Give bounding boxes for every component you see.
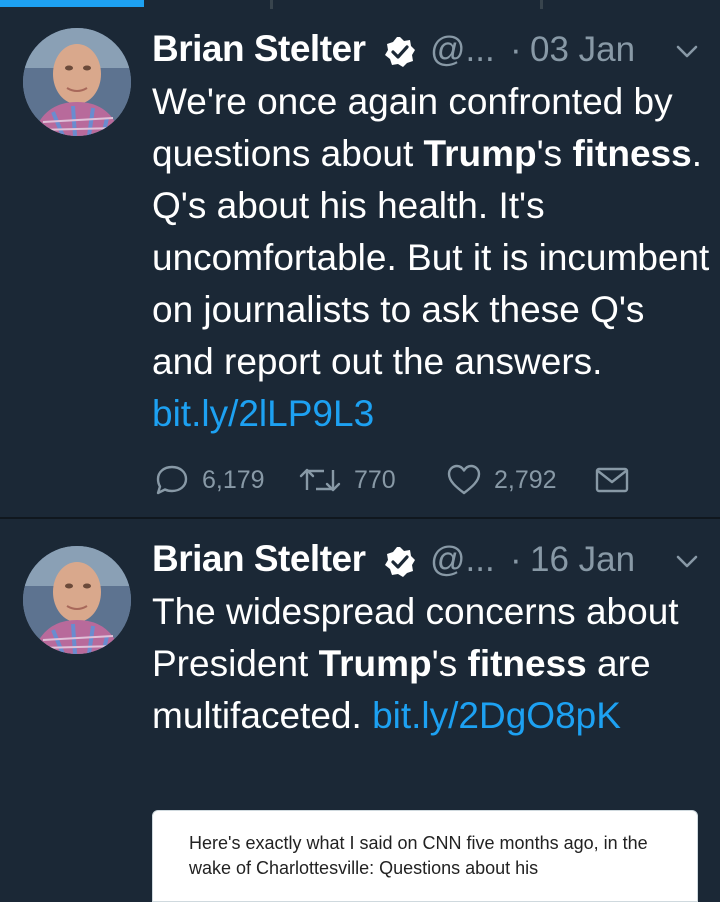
avatar-image <box>23 28 131 136</box>
tweet-link[interactable]: bit.ly/2DgO8pK <box>372 695 621 736</box>
avatar[interactable] <box>23 28 131 136</box>
tweet-divider <box>0 517 720 519</box>
header-separator: · <box>510 30 522 69</box>
card-text: Here's exactly what I said on CNN five m… <box>189 833 648 878</box>
reply-icon <box>156 465 188 495</box>
progress-indicator <box>0 0 144 7</box>
tweet-header: Brian Stelter @... · 16 Jan <box>152 532 712 588</box>
header-separator: · <box>510 540 522 579</box>
tweet-actions: 6,179 770 2,792 <box>152 460 712 500</box>
chevron-down-icon[interactable] <box>676 554 698 570</box>
direct-message-button[interactable] <box>594 460 630 500</box>
avatar[interactable] <box>23 546 131 654</box>
retweet-count: 770 <box>354 465 396 494</box>
tweet[interactable]: Brian Stelter @... · 16 Jan The widespre… <box>0 520 720 902</box>
tweet-header: Brian Stelter @... · 03 Jan <box>152 22 712 78</box>
avatar-image <box>23 546 131 654</box>
like-count: 2,792 <box>494 465 557 494</box>
verified-badge-icon <box>385 547 415 577</box>
tweet-text: We're once again confronted by questions… <box>152 81 710 434</box>
author-name[interactable]: Brian Stelter <box>152 538 366 580</box>
verified-badge-icon <box>385 37 415 67</box>
top-progress-bar <box>0 0 720 10</box>
retweet-button[interactable]: 770 <box>298 460 396 500</box>
tweet[interactable]: Brian Stelter @... · 03 Jan We're once a… <box>0 10 720 518</box>
reply-button[interactable]: 6,179 <box>154 460 265 500</box>
like-icon <box>447 464 481 495</box>
chevron-down-icon[interactable] <box>676 44 698 60</box>
direct-message-icon <box>595 467 629 493</box>
progress-tick <box>270 0 273 9</box>
progress-tick <box>540 0 543 9</box>
tweet-date[interactable]: 03 Jan <box>530 30 635 70</box>
author-handle[interactable]: @... <box>430 540 495 580</box>
link-preview-card[interactable]: Here's exactly what I said on CNN five m… <box>152 810 698 902</box>
tweet-link[interactable]: bit.ly/2lLP9L3 <box>152 393 374 434</box>
author-name[interactable]: Brian Stelter <box>152 28 366 70</box>
tweet-text: The widespread concerns about President … <box>152 591 679 736</box>
tweet-date[interactable]: 16 Jan <box>530 540 635 580</box>
author-handle[interactable]: @... <box>430 30 495 70</box>
like-button[interactable]: 2,792 <box>446 460 557 500</box>
retweet-icon <box>299 468 341 492</box>
reply-count: 6,179 <box>202 465 265 494</box>
